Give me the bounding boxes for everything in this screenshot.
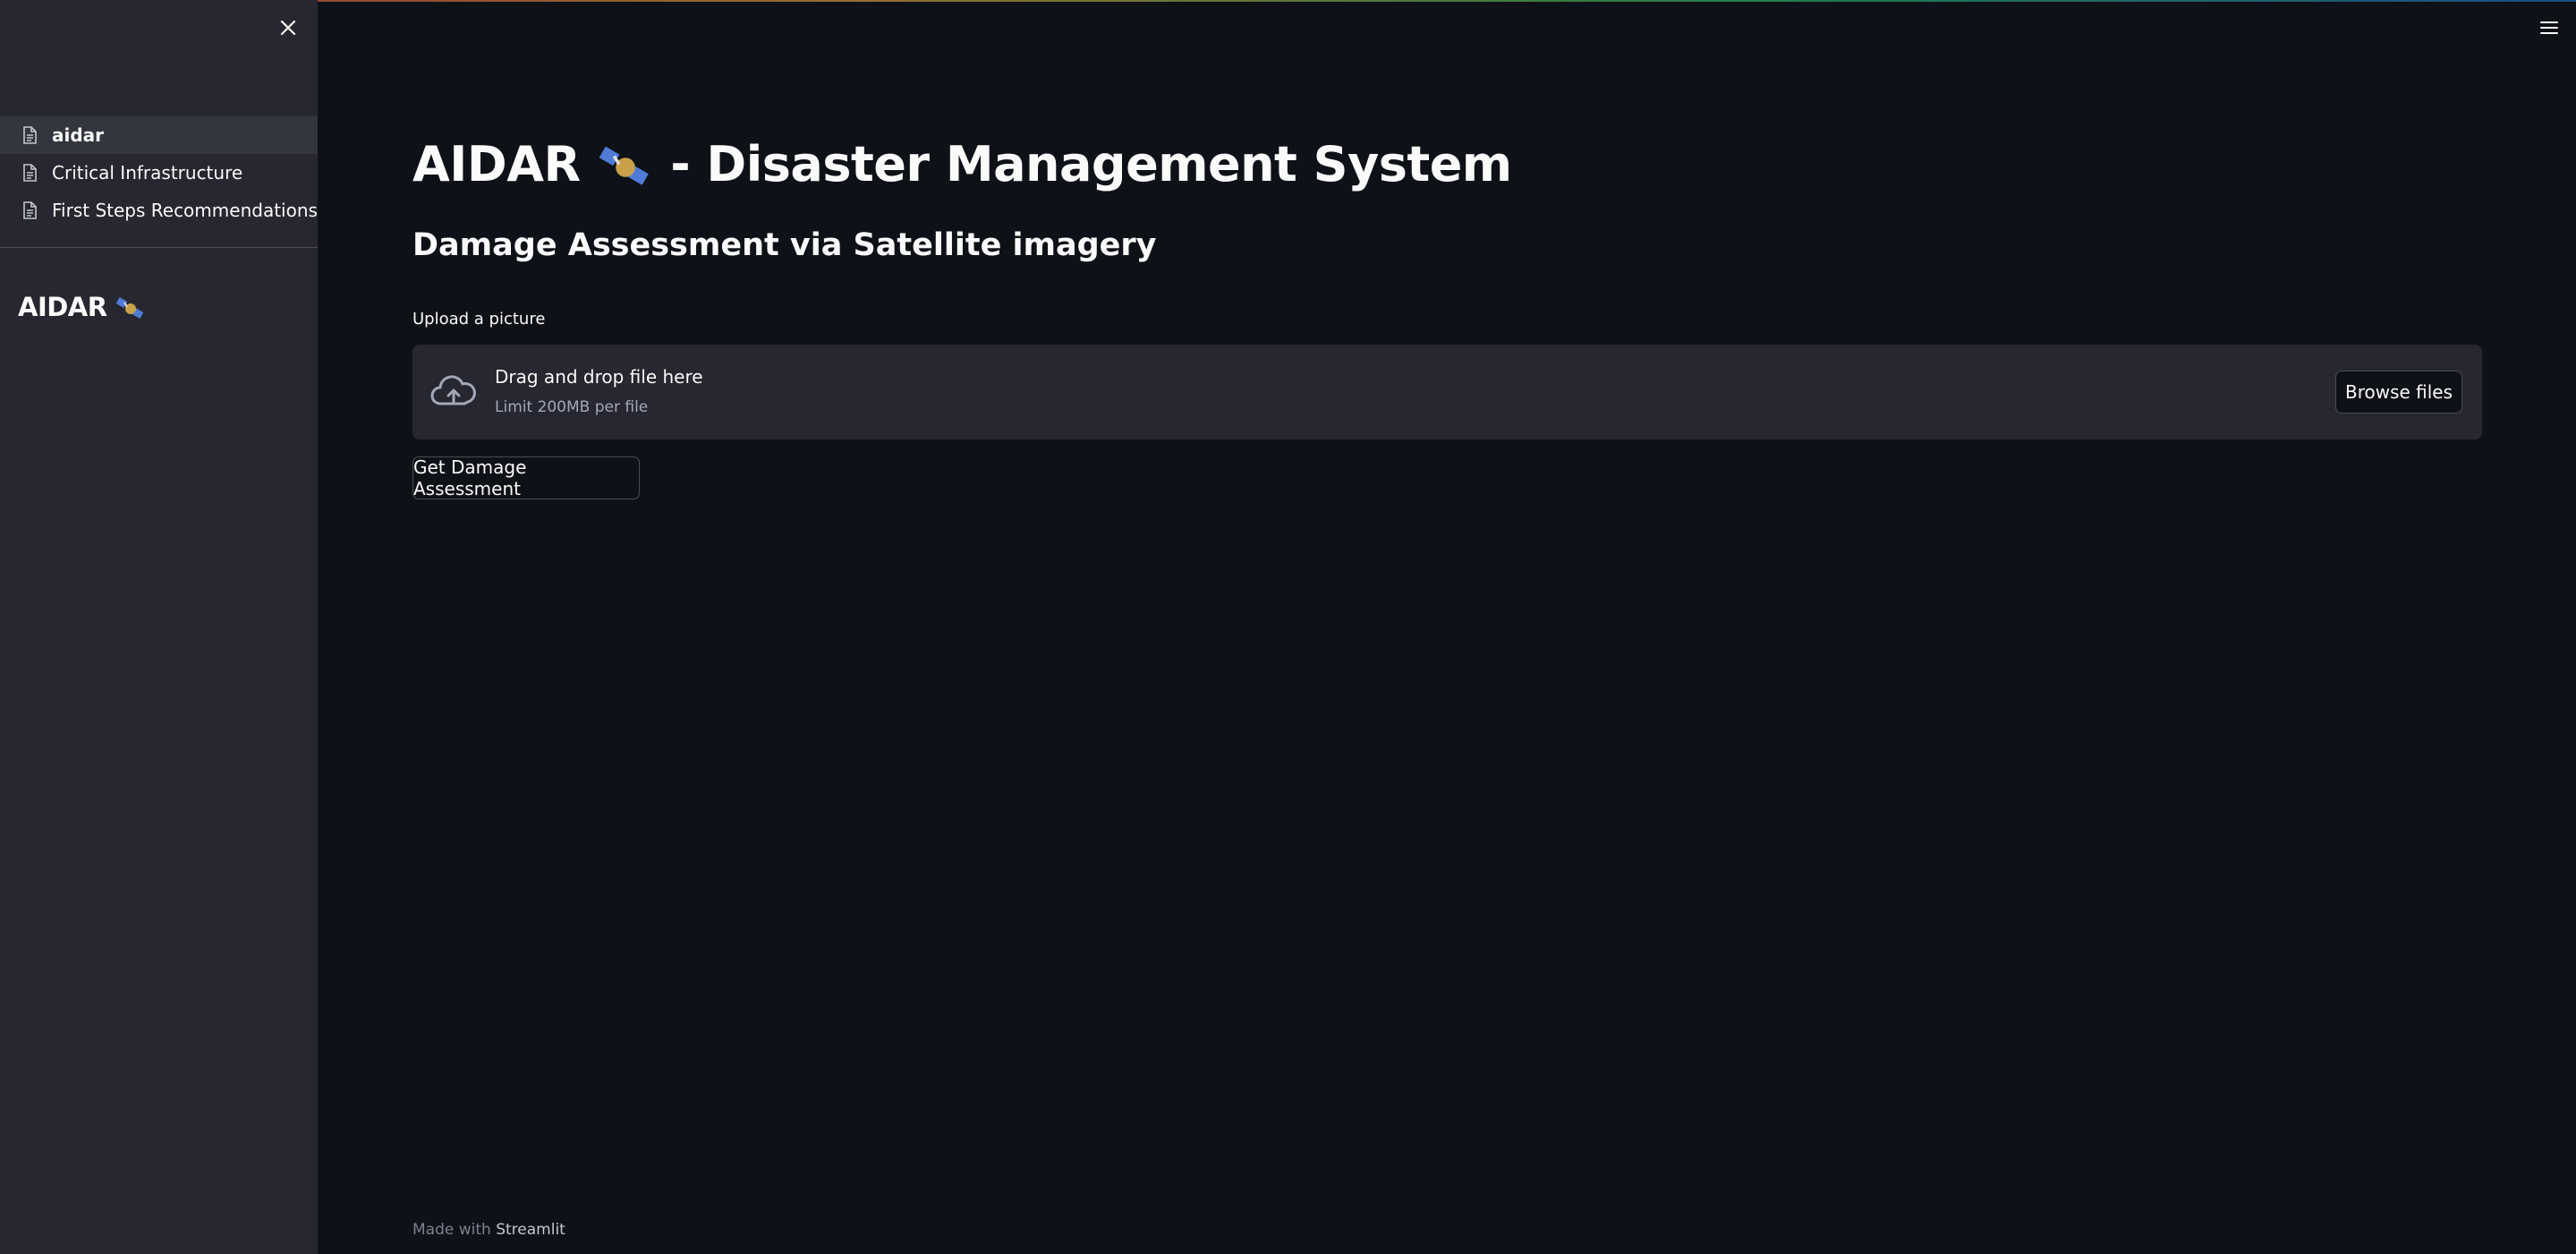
main-menu-button[interactable]	[2538, 16, 2561, 39]
sidebar-item-label: Critical Infrastructure	[52, 162, 243, 183]
dropzone-instructions: Drag and drop file here	[495, 366, 703, 388]
page-subtitle: Damage Assessment via Satellite imagery	[412, 227, 1157, 263]
app-root: aidar Critical Infrastructure First Step…	[0, 0, 2576, 1254]
footer: Made with Streamlit	[412, 1221, 565, 1239]
dropzone-limit: Limit 200MB per file	[495, 398, 649, 416]
sidebar-item-aidar[interactable]: aidar	[0, 116, 318, 154]
file-dropzone[interactable]: Drag and drop file here Limit 200MB per …	[412, 345, 2482, 439]
footer-prefix: Made with	[412, 1221, 491, 1239]
document-icon	[20, 163, 39, 183]
get-damage-assessment-button[interactable]: Get Damage Assessment	[412, 456, 640, 499]
page-title: AIDAR - Disaster Management System	[412, 136, 1512, 192]
satellite-icon	[599, 147, 649, 186]
sidebar-item-first-steps-recommendations[interactable]: First Steps Recommendations	[0, 192, 318, 229]
close-sidebar-button[interactable]	[275, 14, 302, 41]
satellite-icon	[115, 297, 144, 319]
sidebar-title: AIDAR	[18, 292, 146, 322]
sidebar-item-critical-infrastructure[interactable]: Critical Infrastructure	[0, 154, 318, 192]
streamlit-link[interactable]: Streamlit	[496, 1221, 565, 1239]
document-icon	[20, 200, 39, 220]
browse-files-button[interactable]: Browse files	[2335, 371, 2462, 414]
sidebar-item-label: aidar	[52, 124, 105, 146]
close-icon	[280, 20, 296, 36]
sidebar: aidar Critical Infrastructure First Step…	[0, 0, 318, 1254]
sidebar-item-label: First Steps Recommendations	[52, 200, 318, 221]
cloud-upload-icon	[430, 375, 476, 405]
hamburger-menu-icon	[2540, 21, 2558, 34]
document-icon	[20, 125, 39, 145]
top-decoration-bar	[0, 0, 2576, 2]
upload-label: Upload a picture	[412, 310, 546, 328]
sidebar-divider	[0, 247, 318, 248]
sidebar-nav: aidar Critical Infrastructure First Step…	[0, 116, 318, 229]
